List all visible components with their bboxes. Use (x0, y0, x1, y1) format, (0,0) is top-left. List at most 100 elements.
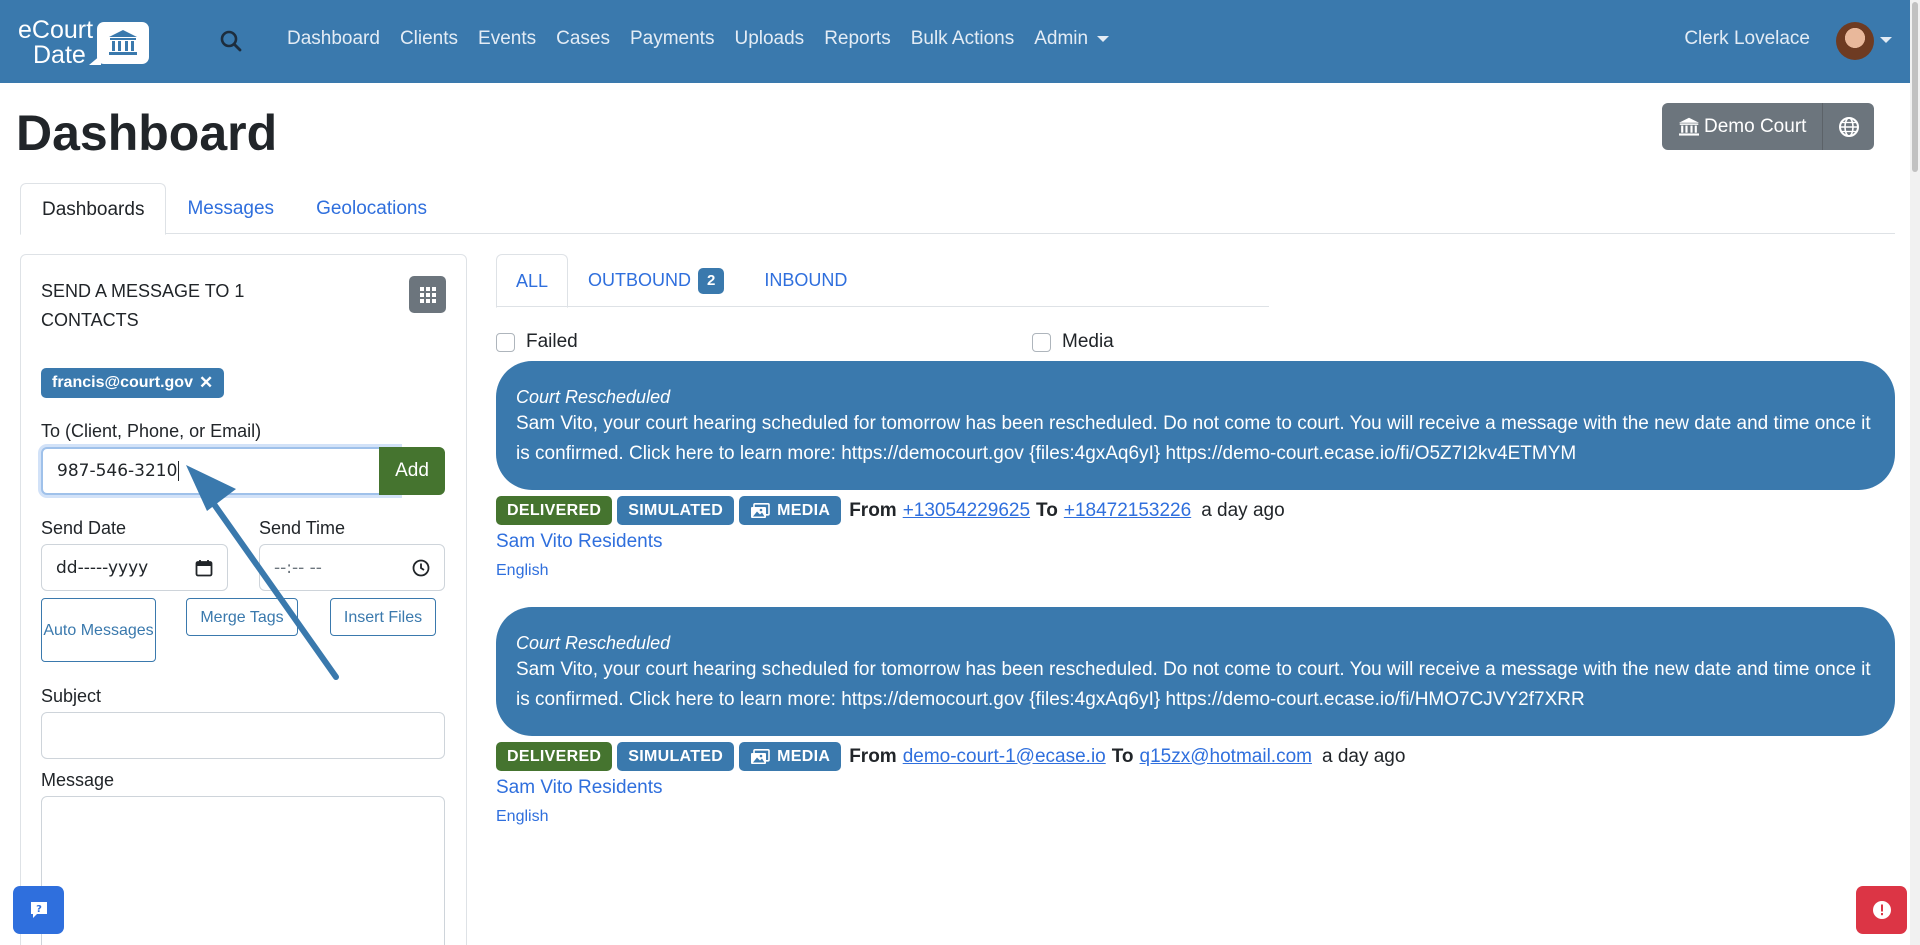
send-date-placeholder: dd-----yyyy (56, 557, 149, 578)
remove-recipient-button[interactable]: ✕ (199, 373, 213, 393)
nav-uploads[interactable]: Uploads (734, 28, 804, 50)
group-link[interactable]: Sam Vito Residents (496, 777, 663, 799)
nav-dashboard[interactable]: Dashboard (287, 28, 380, 50)
from-link[interactable]: demo-court-1@ecase.io (903, 746, 1106, 768)
group-link[interactable]: Sam Vito Residents (496, 531, 663, 553)
nav-events[interactable]: Events (478, 28, 536, 50)
search-icon[interactable] (218, 28, 244, 54)
apps-grid-button[interactable] (409, 276, 446, 313)
page-tabs: Dashboards Messages Geolocations (20, 183, 1895, 235)
language-link[interactable]: English (496, 562, 548, 580)
mode-badge: SIMULATED (617, 496, 735, 525)
clock-icon[interactable] (412, 559, 430, 577)
media-badge-label: MEDIA (777, 747, 831, 765)
tab-messages[interactable]: Messages (166, 183, 295, 234)
images-icon (751, 502, 770, 518)
add-recipient-button[interactable]: Add (379, 447, 445, 495)
calendar-icon[interactable] (195, 559, 213, 577)
to-link[interactable]: q15zx@hotmail.com (1140, 746, 1312, 768)
tab-dashboards[interactable]: Dashboards (20, 183, 167, 235)
send-date-input[interactable]: dd-----yyyy (41, 544, 228, 591)
auto-messages-button[interactable]: Auto Messages (41, 598, 156, 662)
court-button-group: Demo Court (1662, 103, 1875, 150)
timestamp: a day ago (1201, 499, 1285, 521)
send-time-label: Send Time (259, 518, 346, 538)
top-navbar: eCourt Date Dashboard Clients Events Cas… (0, 0, 1920, 83)
tab-outbound[interactable]: OUTBOUND 2 (568, 254, 744, 307)
merge-tags-button[interactable]: Merge Tags (186, 598, 298, 636)
send-date-label: Send Date (41, 518, 127, 538)
alert-button[interactable] (1856, 886, 1907, 934)
subject-input[interactable] (41, 712, 445, 759)
language-link[interactable]: English (496, 808, 548, 826)
recipient-input-value: 987-546-3210 (57, 461, 178, 481)
user-name[interactable]: Clerk Lovelace (1684, 28, 1810, 50)
avatar[interactable] (1836, 22, 1874, 60)
tab-inbound[interactable]: INBOUND (744, 254, 867, 307)
text-cursor (178, 461, 180, 481)
language-button[interactable] (1822, 103, 1875, 150)
scrollbar-thumb[interactable] (1912, 2, 1918, 172)
brand-line-1: eCourt (18, 16, 94, 44)
nav-payments[interactable]: Payments (630, 28, 714, 50)
tab-outbound-label: OUTBOUND (588, 270, 692, 290)
media-checkbox[interactable] (1032, 332, 1051, 352)
media-badge[interactable]: MEDIA (739, 496, 842, 525)
media-filter[interactable]: Media (1032, 331, 1114, 353)
chat-question-icon: ? (30, 902, 47, 918)
to-link[interactable]: +18472153226 (1064, 500, 1191, 522)
message-bubble: Court Rescheduled Sam Vito, your court h… (496, 361, 1895, 490)
nav-reports[interactable]: Reports (824, 28, 891, 50)
outbound-count-badge: 2 (698, 267, 725, 294)
court-select-button[interactable]: Demo Court (1662, 103, 1823, 150)
media-filter-label: Media (1062, 331, 1114, 352)
alert-icon (1872, 901, 1891, 919)
failed-filter-label: Failed (526, 331, 578, 352)
message-title: Court Rescheduled (516, 633, 671, 653)
nav-admin-label: Admin (1034, 28, 1089, 49)
tab-geolocations[interactable]: Geolocations (295, 183, 448, 234)
status-badge: DELIVERED (496, 496, 613, 525)
failed-filter[interactable]: Failed (496, 331, 578, 353)
globe-icon (1838, 116, 1859, 137)
message-body: Sam Vito, your court hearing scheduled f… (516, 659, 1871, 710)
message-meta: DELIVERED SIMULATED MEDIA From +13054229… (496, 496, 1285, 525)
message-label: Message (41, 770, 115, 790)
failed-checkbox[interactable] (496, 332, 515, 352)
timestamp: a day ago (1321, 745, 1406, 767)
recipient-chip-label: francis@court.gov (52, 374, 193, 391)
chevron-down-icon (1097, 35, 1110, 42)
from-link[interactable]: +13054229625 (903, 500, 1030, 522)
nav-admin[interactable]: Admin (1034, 28, 1110, 50)
message-title: Court Rescheduled (516, 387, 671, 407)
message-meta: DELIVERED SIMULATED MEDIA From demo-cour… (496, 742, 1405, 771)
media-badge[interactable]: MEDIA (739, 742, 842, 771)
brand-logo[interactable]: eCourt Date (18, 16, 150, 69)
insert-files-button[interactable]: Insert Files (330, 598, 436, 636)
from-label: From (849, 499, 897, 521)
nav-cases[interactable]: Cases (556, 28, 610, 50)
status-badge: DELIVERED (496, 742, 613, 771)
nav-clients[interactable]: Clients (400, 28, 458, 50)
svg-text:?: ? (36, 904, 42, 915)
recipient-chip: francis@court.gov ✕ (41, 368, 225, 398)
subject-label: Subject (41, 686, 102, 706)
to-label: To (Client, Phone, or Email) (41, 421, 262, 441)
media-badge-label: MEDIA (777, 501, 831, 519)
nav-bulk-actions[interactable]: Bulk Actions (911, 28, 1015, 50)
message-bubble: Court Rescheduled Sam Vito, your court h… (496, 607, 1895, 736)
chevron-down-icon[interactable] (1880, 37, 1892, 43)
to-label: To (1036, 499, 1058, 521)
page-title: Dashboard (16, 105, 278, 161)
tab-all[interactable]: ALL (496, 254, 569, 308)
chat-help-button[interactable]: ? (13, 886, 64, 934)
message-textarea[interactable] (41, 796, 445, 945)
court-button-label: Demo Court (1704, 115, 1807, 137)
brand-line-2: Date (33, 41, 86, 69)
to-label: To (1111, 745, 1134, 767)
message-filter-tabs: ALL OUTBOUND 2 INBOUND (496, 254, 1269, 308)
images-icon (751, 748, 770, 764)
grid-icon (419, 286, 436, 303)
recipient-input[interactable]: 987-546-3210 (41, 447, 399, 495)
send-time-input[interactable]: --:-- -- (259, 544, 445, 591)
